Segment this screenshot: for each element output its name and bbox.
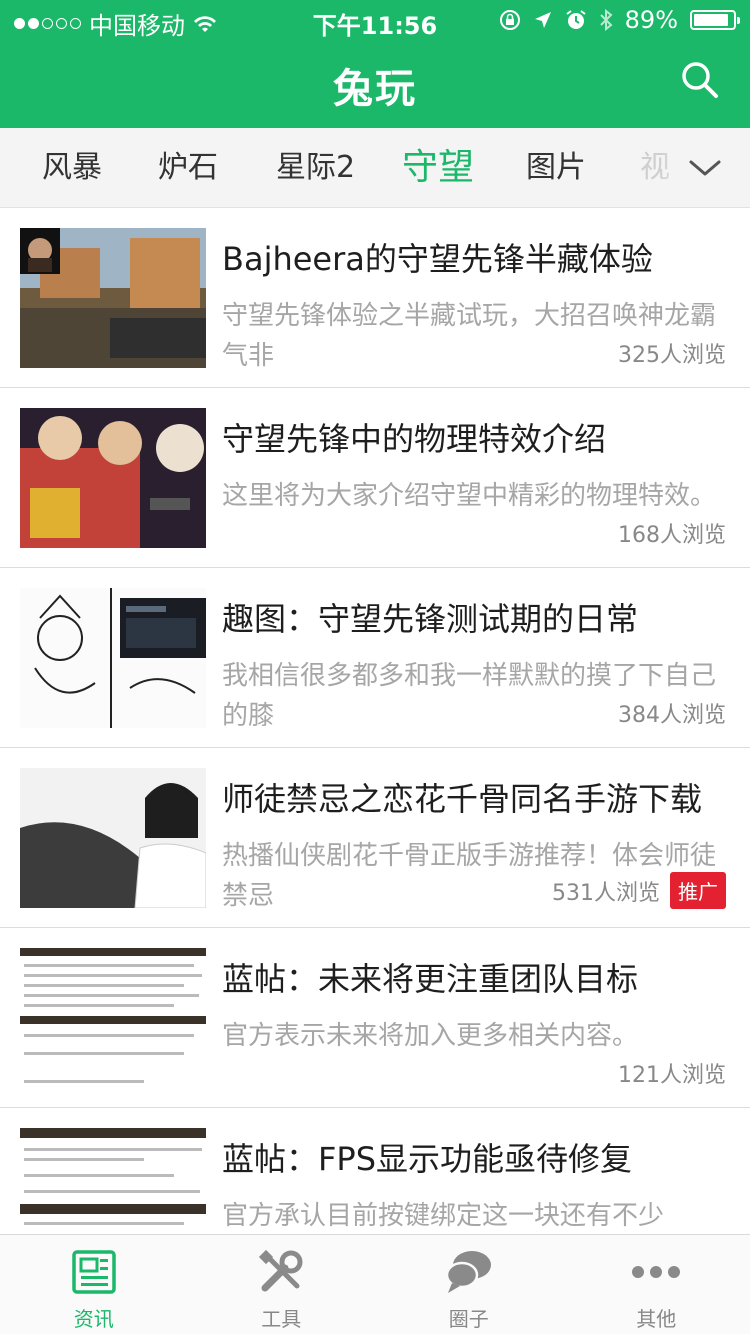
bottom-tab-label: 资讯 xyxy=(73,1307,114,1331)
more-icon xyxy=(631,1247,681,1297)
article-title: 师徒禁忌之恋花千骨同名手游下载 xyxy=(222,780,703,818)
article-meta: 168人浏览 xyxy=(612,517,726,549)
article-title: 守望先锋中的物理特效介绍 xyxy=(222,420,607,458)
article-meta: 531人浏览 推广 xyxy=(546,872,726,909)
chevron-down-icon xyxy=(689,160,721,176)
bottom-tab-tools[interactable]: 工具 xyxy=(188,1235,376,1334)
bottom-tab-more[interactable]: 其他 xyxy=(563,1235,750,1334)
battery-icon xyxy=(690,10,740,30)
tools-icon xyxy=(256,1247,306,1297)
bottom-tab-circles[interactable]: 圈子 xyxy=(375,1235,563,1334)
article-title: 蓝帖：未来将更注重团队目标 xyxy=(222,960,639,998)
alarm-icon xyxy=(566,10,586,29)
tab-storm[interactable]: 风暴 xyxy=(42,128,102,207)
view-count: 121人浏览 xyxy=(618,1063,726,1088)
article-item[interactable]: 师徒禁忌之恋花千骨同名手游下载 热播仙侠剧花千骨正版手游推荐！体会师徒禁忌 53… xyxy=(0,748,750,928)
article-item[interactable]: 趣图：守望先锋测试期的日常 我相信很多都多和我一样默默的摸了下自己的膝 384人… xyxy=(0,568,750,748)
top-bar: 中国移动 下午11:56 89% 兔玩 xyxy=(0,0,750,128)
orientation-lock-icon xyxy=(499,10,520,30)
bottom-tab-label: 其他 xyxy=(636,1307,677,1331)
tab-hearthstone[interactable]: 炉石 xyxy=(158,128,218,207)
article-title: Bajheera的守望先锋半藏体验 xyxy=(222,240,653,278)
bottom-tab-news[interactable]: 资讯 xyxy=(0,1235,188,1334)
tab-starcraft2[interactable]: 星际2 xyxy=(276,128,355,207)
status-bar: 中国移动 下午11:56 89% xyxy=(0,0,750,40)
promo-badge: 推广 xyxy=(670,872,726,909)
article-thumbnail xyxy=(20,948,206,1088)
view-count: 531人浏览 xyxy=(552,880,660,906)
category-tabs: 风暴 炉石 星际2 守望 图片 视 xyxy=(0,128,750,208)
search-icon xyxy=(682,62,718,98)
article-item[interactable]: 蓝帖：未来将更注重团队目标 官方表示未来将加入更多相关内容。 121人浏览 xyxy=(0,928,750,1108)
view-count: 168人浏览 xyxy=(618,523,726,548)
search-button[interactable] xyxy=(680,60,720,100)
article-title: 趣图：守望先锋测试期的日常 xyxy=(222,600,639,638)
bottom-tab-label: 圈子 xyxy=(448,1307,489,1331)
article-thumbnail xyxy=(20,588,206,728)
app-title: 兔玩 xyxy=(333,66,417,112)
article-meta: 384人浏览 xyxy=(612,697,726,729)
tab-images[interactable]: 图片 xyxy=(526,128,586,207)
battery-percent: 89% xyxy=(624,6,678,34)
article-meta: 121人浏览 xyxy=(612,1057,726,1089)
expand-tabs-button[interactable] xyxy=(660,128,750,207)
article-thumbnail xyxy=(20,408,206,548)
article-item[interactable]: 守望先锋中的物理特效介绍 这里将为大家介绍守望中精彩的物理特效。 168人浏览 xyxy=(0,388,750,568)
news-icon xyxy=(69,1247,119,1297)
view-count: 384人浏览 xyxy=(618,703,726,728)
article-thumbnail xyxy=(20,228,206,368)
article-meta: 325人浏览 xyxy=(612,337,726,369)
status-right: 89% xyxy=(499,6,740,34)
bluetooth-icon xyxy=(599,8,613,32)
article-thumbnail xyxy=(20,768,206,908)
bottom-tab-label: 工具 xyxy=(261,1307,302,1331)
view-count: 325人浏览 xyxy=(618,343,726,368)
location-icon xyxy=(534,12,551,28)
article-list: Bajheera的守望先锋半藏体验 守望先锋体验之半藏试玩，大招召唤神龙霸气非 … xyxy=(0,208,750,1288)
bottom-tab-bar: 资讯 工具 圈子 其他 xyxy=(0,1234,750,1334)
article-title: 蓝帖：FPS显示功能亟待修复 xyxy=(222,1140,633,1178)
tab-overwatch[interactable]: 守望 xyxy=(402,128,474,207)
article-item[interactable]: Bajheera的守望先锋半藏体验 守望先锋体验之半藏试玩，大招召唤神龙霸气非 … xyxy=(0,208,750,388)
chat-bubbles-icon xyxy=(444,1247,494,1297)
